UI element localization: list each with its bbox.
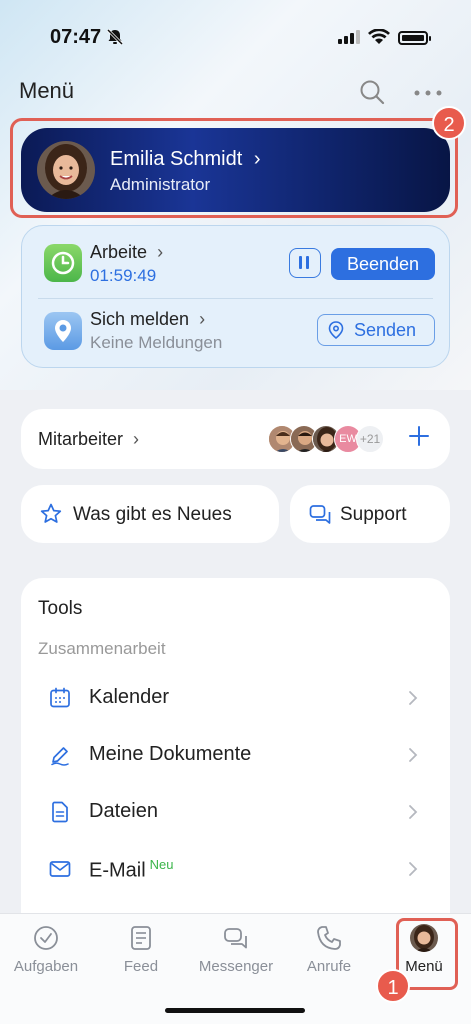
chevron-right-icon: › <box>133 429 140 449</box>
pause-button[interactable] <box>289 248 321 278</box>
tool-label: Meine Dokumente <box>89 743 252 765</box>
support-label: Support <box>340 504 407 525</box>
avatar <box>37 141 95 199</box>
report-title-row[interactable]: Sich melden › <box>90 309 205 330</box>
chevron-right-icon <box>409 691 418 705</box>
work-status-title: Arbeite <box>90 242 148 262</box>
work-timer: 01:59:49 <box>90 266 157 285</box>
search-icon[interactable] <box>358 78 386 106</box>
annotation-badge: 2 <box>432 106 466 140</box>
tool-item-files[interactable]: Dateien <box>21 788 450 838</box>
tab-messenger[interactable]: Messenger <box>191 924 281 984</box>
tool-item-documents[interactable]: Meine Dokumente <box>21 731 450 781</box>
tools-card: Tools Zusammenarbeit Kalender Meine Doku… <box>21 578 450 938</box>
tab-calls[interactable]: Anrufe <box>284 924 374 984</box>
report-title: Sich melden <box>90 309 190 329</box>
tab-feed[interactable]: Feed <box>96 924 186 984</box>
more-icon[interactable] <box>412 86 444 100</box>
tools-title: Tools <box>38 598 83 619</box>
location-pin-icon <box>328 321 344 339</box>
tool-label: Dateien <box>89 800 158 822</box>
employee-more-count: +21 <box>356 425 384 453</box>
send-label: Senden <box>354 320 417 340</box>
work-status-card: Arbeite › 01:59:49 Beenden Sich melden ›… <box>21 225 450 368</box>
work-status-title-row[interactable]: Arbeite › <box>90 242 163 263</box>
chevron-right-icon: › <box>157 242 164 262</box>
page-title: Menü <box>19 78 75 103</box>
tool-item-email[interactable]: E-Mail Neu <box>21 845 450 895</box>
status-bar: 07:47 <box>0 24 471 54</box>
annotation-badge: 1 <box>376 969 410 1003</box>
phone-icon <box>317 926 341 950</box>
tool-label: Kalender <box>89 686 170 708</box>
signal-icon <box>338 30 360 44</box>
profile-role: Administrator <box>110 175 211 194</box>
tab-label: Messenger <box>198 958 274 975</box>
location-pin-icon <box>44 312 82 350</box>
add-employee-icon[interactable] <box>407 424 431 448</box>
whats-new-button[interactable]: Was gibt es Neues <box>21 485 279 543</box>
bell-muted-icon <box>106 28 124 46</box>
tab-label: Feed <box>123 958 159 975</box>
tools-section-label: Zusammenarbeit <box>38 639 166 658</box>
tool-item-calendar[interactable]: Kalender <box>21 674 450 724</box>
tab-label: Aufgaben <box>13 958 79 975</box>
new-badge: Neu <box>149 857 174 872</box>
employees-label: Mitarbeiter <box>38 429 124 449</box>
chevron-right-icon: › <box>199 309 206 329</box>
battery-icon <box>398 31 431 45</box>
feed-icon <box>131 926 151 950</box>
mail-icon <box>49 861 71 877</box>
support-button[interactable]: Support <box>290 485 450 543</box>
end-work-button[interactable]: Beenden <box>331 248 435 280</box>
chevron-right-icon: › <box>253 148 261 170</box>
profile-name: Emilia Schmidt <box>110 148 243 170</box>
report-status: Keine Meldungen <box>90 333 223 352</box>
chat-support-icon <box>309 505 331 524</box>
tool-label: E-Mail <box>89 859 146 882</box>
chat-icon <box>224 928 247 949</box>
tab-label: Anrufe <box>306 958 352 975</box>
wifi-icon <box>368 29 390 44</box>
home-indicator <box>165 1008 305 1013</box>
employees-card[interactable]: Mitarbeiter › EW +21 <box>21 409 450 469</box>
pen-icon <box>51 747 69 766</box>
whats-new-label: Was gibt es Neues <box>73 504 232 525</box>
star-icon <box>40 503 62 523</box>
status-time: 07:47 <box>50 26 102 48</box>
chevron-right-icon <box>409 748 418 762</box>
calendar-icon <box>50 687 70 708</box>
clock-icon <box>44 244 82 282</box>
divider <box>38 298 433 299</box>
chevron-right-icon <box>409 805 418 819</box>
tab-tasks[interactable]: Aufgaben <box>1 924 91 984</box>
check-circle-icon <box>34 926 58 950</box>
file-icon <box>52 801 68 823</box>
chevron-right-icon <box>409 862 418 876</box>
profile-card[interactable]: Emilia Schmidt › Administrator <box>21 128 450 212</box>
send-report-button[interactable]: Senden <box>317 314 435 346</box>
